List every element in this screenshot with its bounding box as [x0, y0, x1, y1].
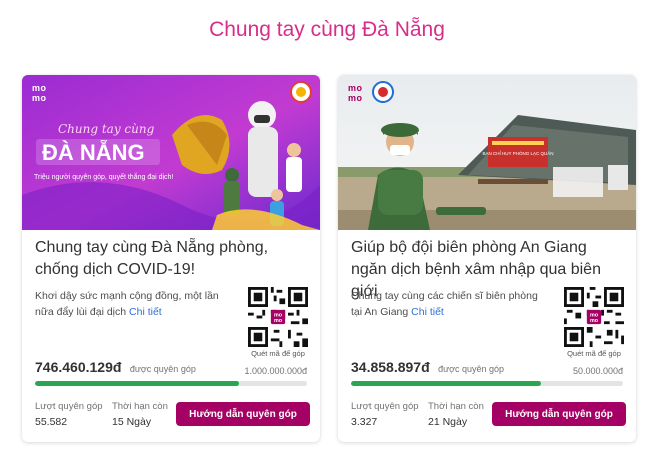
hero-sign-text: BAN CHỈ HUY PHÒNG LẠC QUÂN [483, 150, 554, 156]
campaign-title[interactable]: Chung tay cùng Đà Nẵng phòng, chống dịch… [35, 237, 310, 281]
campaign-description: Khơi dậy sức mạnh cộng đồng, một lần nữa… [35, 288, 231, 320]
donation-count-value: 3.327 [351, 416, 378, 428]
qr-caption: Quét mã để góp [567, 349, 621, 358]
momo-logo: mo mo [348, 83, 363, 103]
description-text: Khơi dậy sức mạnh cộng đồng, một lần nữa… [35, 290, 219, 318]
donation-count-value: 55.582 [35, 416, 68, 428]
campaign-card-danang[interactable]: Chung tay cùng ĐÀ NẴNG Triệu người quyên… [22, 75, 320, 442]
donation-guide-button[interactable]: Hướng dẫn quyên góp [176, 402, 310, 426]
hero-banner-text: ĐÀ NẴNG [42, 140, 145, 165]
campaign-card-angiang[interactable]: BAN CHỈ HUY PHÒNG LẠC QUÂN mo mo Giúp bộ … [338, 75, 636, 442]
time-remaining-label: Thời hạn còn [428, 401, 484, 412]
qr-caption: Quét mã để góp [251, 349, 305, 358]
raised-label: được quyên góp [129, 364, 196, 374]
campaign-hero-image[interactable]: Chung tay cùng ĐÀ NẴNG Triệu người quyên… [22, 75, 320, 230]
campaign-hero-image[interactable]: BAN CHỈ HUY PHÒNG LẠC QUÂN mo mo [338, 75, 636, 230]
raised-amount: 34.858.897đ [351, 359, 430, 375]
progress-bar [351, 381, 623, 386]
qr-block: mo mo Quét mã để góp [560, 287, 628, 358]
qr-code-icon: mo mo [564, 287, 624, 347]
raised-amount: 746.460.129đ [35, 359, 122, 375]
hero-illustration: Chung tay cùng ĐÀ NẴNG Triệu người quyên… [22, 75, 320, 230]
time-remaining-label: Thời hạn còn [112, 401, 168, 412]
goal-amount: 50.000.000đ [572, 366, 623, 376]
time-remaining-value: 15 Ngày [112, 416, 152, 428]
campaign-description: Chung tay cùng các chiến sĩ biên phòng t… [351, 288, 547, 320]
svg-text:mo: mo [590, 318, 599, 324]
donation-count: Lượt quyên góp 55.582 [35, 401, 103, 428]
progress-fill [35, 381, 239, 386]
youth-union-emblem-icon [372, 81, 394, 103]
raised-label: được quyên góp [438, 364, 505, 374]
donation-count: Lượt quyên góp 3.327 [351, 401, 419, 428]
front-emblem-icon [290, 81, 312, 103]
time-remaining: Thời hạn còn 15 Ngày [112, 401, 168, 428]
momo-logo: mo mo [32, 83, 47, 103]
hero-tagline: Triệu người quyên góp, quyết thắng đại d… [34, 172, 173, 181]
svg-text:mo: mo [274, 318, 283, 324]
description-text: Chung tay cùng các chiến sĩ biên phòng t… [351, 290, 538, 318]
detail-link[interactable]: Chi tiết [129, 306, 162, 318]
page-title: Chung tay cùng Đà Nẵng [209, 18, 445, 41]
progress-bar [35, 381, 307, 386]
qr-code-icon: mo mo [248, 287, 308, 347]
hero-script-text: Chung tay cùng [58, 122, 155, 136]
detail-link[interactable]: Chi tiết [411, 306, 444, 318]
progress-fill [351, 381, 542, 386]
goal-amount: 1.000.000.000đ [244, 366, 307, 376]
qr-block: mo mo Quét mã để góp [244, 287, 312, 358]
time-remaining: Thời hạn còn 21 Ngày [428, 401, 484, 428]
time-remaining-value: 21 Ngày [428, 416, 468, 428]
donation-count-label: Lượt quyên góp [35, 401, 103, 412]
donation-count-label: Lượt quyên góp [351, 401, 419, 412]
donation-guide-button[interactable]: Hướng dẫn quyên góp [492, 402, 626, 426]
